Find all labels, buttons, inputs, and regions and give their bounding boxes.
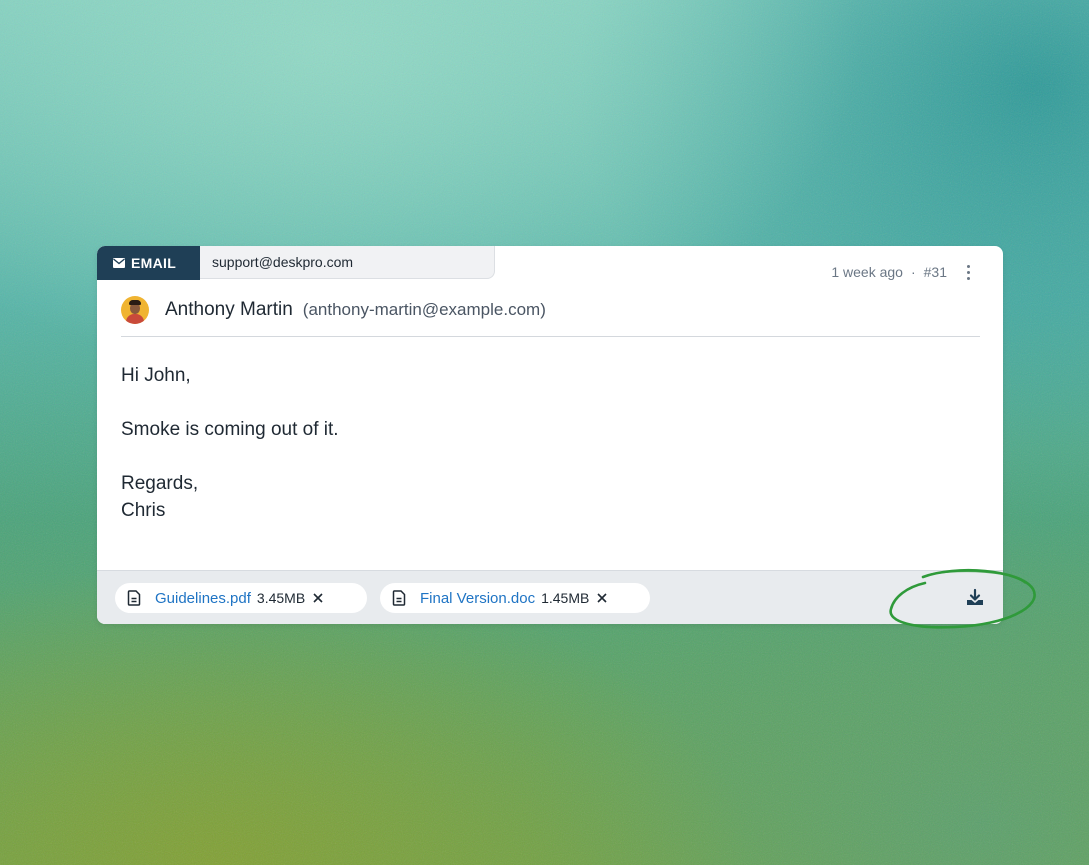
close-icon[interactable] <box>597 593 607 603</box>
divider <box>121 336 980 337</box>
attachment-size: 1.45MB <box>541 590 590 606</box>
mailbox-tab[interactable]: support@deskpro.com <box>195 246 495 279</box>
message-body: Hi John, Smoke is coming out of it. Rega… <box>121 362 339 524</box>
mail-icon <box>113 258 125 268</box>
message-card: support@deskpro.com EMAIL 1 week ago · #… <box>97 246 1003 624</box>
message-text: Smoke is coming out of it. <box>121 419 339 440</box>
close-icon[interactable] <box>313 593 323 603</box>
mailbox-address: support@deskpro.com <box>212 254 354 270</box>
file-icon <box>127 590 141 606</box>
attachment-name[interactable]: Final Version.doc <box>420 590 535 607</box>
message-signoff: Regards, <box>121 473 199 494</box>
sender-email: (anthony-martin@example.com) <box>302 300 546 319</box>
sender-row: Anthony Martin (anthony-martin@example.c… <box>121 296 546 324</box>
message-greeting: Hi John, <box>121 365 191 386</box>
file-icon <box>392 590 406 606</box>
meta-separator: · <box>910 264 916 280</box>
sender-name[interactable]: Anthony Martin <box>165 299 293 321</box>
attachments-bar: Guidelines.pdf 3.45MB Final Version.doc … <box>97 570 1003 624</box>
channel-tab-email[interactable]: EMAIL <box>97 246 200 280</box>
message-signature: Chris <box>121 500 166 521</box>
avatar[interactable] <box>121 296 149 324</box>
more-vertical-icon[interactable] <box>967 264 971 280</box>
attachment-chip[interactable]: Guidelines.pdf 3.45MB <box>115 583 367 613</box>
message-number: #31 <box>923 264 947 280</box>
highlight-ring <box>889 569 1036 629</box>
message-meta: 1 week ago · #31 <box>831 264 971 280</box>
channel-label: EMAIL <box>131 255 177 271</box>
attachment-name[interactable]: Guidelines.pdf <box>155 590 251 607</box>
message-time: 1 week ago <box>831 264 903 280</box>
attachment-chip[interactable]: Final Version.doc 1.45MB <box>380 583 650 613</box>
attachment-size: 3.45MB <box>256 590 306 606</box>
